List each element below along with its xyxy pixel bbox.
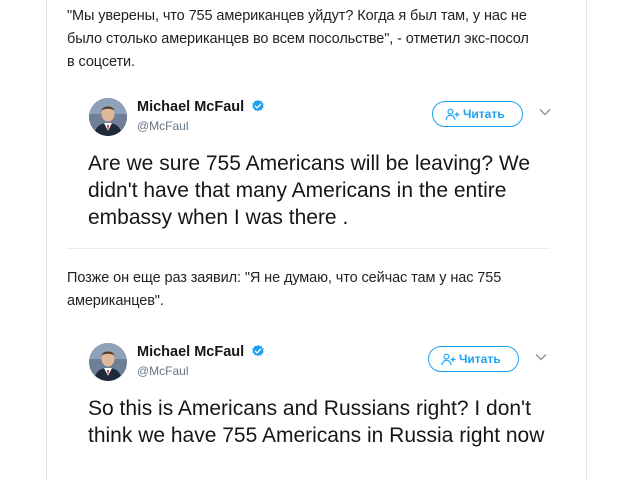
follow-button-label: Читать bbox=[459, 352, 501, 366]
article-paragraph-2: Позже он еще раз заявил: "Я не думаю, чт… bbox=[67, 270, 502, 309]
follow-button-label: Читать bbox=[463, 107, 505, 121]
left-border bbox=[46, 0, 47, 480]
embedded-tweet: Michael McFaul @McFaul Читать Are we sur… bbox=[67, 88, 551, 249]
chevron-down-icon[interactable] bbox=[535, 353, 547, 361]
article-paragraph-1: "Мы уверены, что 755 американцев уйдут? … bbox=[67, 8, 529, 70]
verified-badge-icon bbox=[252, 344, 264, 357]
right-border bbox=[586, 0, 587, 480]
author-name[interactable]: Michael McFaul bbox=[137, 99, 265, 115]
tweet-text: So this is Americans and Russians right?… bbox=[88, 397, 545, 447]
tweet-text: Are we sure 755 Americans will be leavin… bbox=[88, 152, 530, 229]
author-name-text: Michael McFaul bbox=[137, 344, 245, 360]
follow-person-icon bbox=[445, 108, 460, 120]
avatar[interactable] bbox=[89, 343, 127, 381]
follow-button[interactable]: Читать bbox=[432, 101, 523, 127]
chevron-down-icon[interactable] bbox=[539, 108, 551, 116]
embedded-tweet: Michael McFaul @McFaul Читать So this is… bbox=[67, 333, 550, 483]
follow-button[interactable]: Читать bbox=[428, 346, 519, 372]
avatar[interactable] bbox=[89, 98, 127, 136]
verified-badge-icon bbox=[252, 99, 264, 112]
author-name[interactable]: Michael McFaul bbox=[137, 344, 265, 360]
author-name-text: Michael McFaul bbox=[137, 99, 245, 115]
author-handle[interactable]: @McFaul bbox=[137, 119, 189, 133]
author-handle[interactable]: @McFaul bbox=[137, 364, 189, 378]
follow-person-icon bbox=[441, 353, 456, 365]
